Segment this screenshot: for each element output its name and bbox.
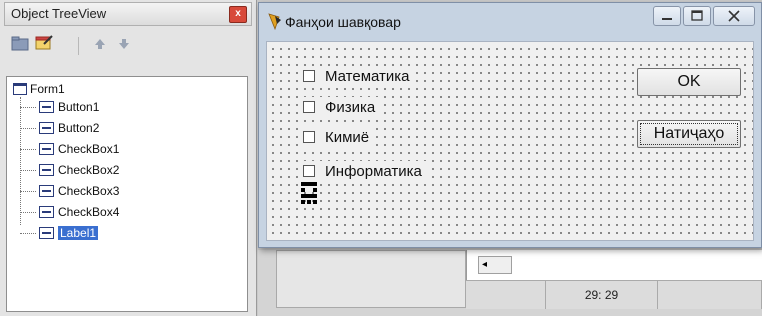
form-icon [13, 83, 27, 95]
component-icon [39, 122, 54, 134]
form-title: Фанҳои шавқовар [285, 14, 401, 30]
object-treeview-title: Object TreeView [11, 6, 107, 21]
component-icon [39, 143, 54, 155]
tree-node-label1[interactable]: Label1 [20, 225, 99, 241]
checkbox-kimiyo[interactable]: Кимиё [303, 127, 374, 147]
minimize-icon[interactable] [653, 6, 681, 26]
form-designer-window: Фанҳои шавқовар Математика Физика Кимиё [258, 2, 762, 248]
close-icon[interactable] [713, 6, 755, 26]
tree-node-label: Button2 [58, 121, 100, 135]
checkbox-label: Информатика [325, 162, 422, 180]
tree-node-checkbox2[interactable]: CheckBox2 [20, 162, 119, 178]
tree-node-label: CheckBox4 [58, 205, 120, 219]
form-client-area[interactable]: Математика Физика Кимиё Информатика OK Н… [266, 41, 754, 241]
tree-node-label: Form1 [30, 82, 65, 96]
checkbox-fizika[interactable]: Физика [303, 97, 380, 117]
window-controls [651, 6, 755, 26]
checkbox-matematika[interactable]: Математика [303, 66, 414, 86]
tree-node-label: CheckBox3 [58, 184, 120, 198]
folder-icon[interactable] [8, 34, 32, 58]
form-edit-icon[interactable] [32, 34, 56, 58]
tree-node-checkbox1[interactable]: CheckBox1 [20, 141, 119, 157]
checkbox-box[interactable] [303, 70, 315, 82]
checkbox-box[interactable] [303, 131, 315, 143]
tree-node-label: Label1 [58, 226, 99, 240]
status-cell [658, 281, 762, 309]
app-icon [268, 13, 281, 30]
form-titlebar[interactable]: Фанҳои шавқовар [259, 3, 761, 39]
checkbox-label: Кимиё [325, 128, 370, 146]
ide-panel [276, 250, 466, 308]
object-treeview-panel: Object TreeView x Form1 Button1 Button2 [0, 0, 257, 316]
checkbox-informatika[interactable]: Информатика [303, 161, 426, 181]
tree-node-label: Button1 [58, 100, 100, 114]
component-icon [39, 227, 54, 239]
cursor-position: 29: 29 [546, 281, 658, 309]
arrow-down-icon[interactable] [112, 34, 136, 58]
scroll-left-arrow-icon[interactable]: ◂ [482, 259, 487, 270]
arrow-up-icon[interactable] [88, 34, 112, 58]
checkbox-label: Математика [325, 67, 410, 85]
horizontal-scrollbar[interactable]: ◂ [478, 256, 512, 274]
tree-node-button1[interactable]: Button1 [20, 99, 99, 115]
object-treeview-titlebar[interactable]: Object TreeView x [4, 2, 252, 26]
checkbox-box[interactable] [303, 165, 315, 177]
component-icon [39, 185, 54, 197]
tree-node-form1[interactable]: Form1 [13, 81, 65, 97]
component-icon [39, 164, 54, 176]
tree-node-label: CheckBox2 [58, 163, 120, 177]
tree-node-label: CheckBox1 [58, 142, 120, 156]
tree-node-checkbox4[interactable]: CheckBox4 [20, 204, 119, 220]
editor-status-bar: 29: 29 [466, 280, 762, 309]
label1-placeholder[interactable] [300, 180, 318, 208]
close-icon[interactable]: x [229, 6, 247, 23]
toolbar-separator [78, 37, 79, 55]
tree-node-checkbox3[interactable]: CheckBox3 [20, 183, 119, 199]
component-icon [39, 206, 54, 218]
tree-node-button2[interactable]: Button2 [20, 120, 99, 136]
checkbox-box[interactable] [303, 101, 315, 113]
checkbox-label: Физика [325, 98, 376, 116]
component-tree[interactable]: Form1 Button1 Button2 CheckBox1 CheckBox… [6, 76, 248, 312]
component-icon [39, 101, 54, 113]
status-cell [466, 281, 546, 309]
maximize-icon[interactable] [683, 6, 711, 26]
object-treeview-toolbar [4, 34, 252, 60]
ok-button[interactable]: OK [637, 68, 741, 96]
results-button[interactable]: Натиҷаҳо [637, 120, 741, 148]
